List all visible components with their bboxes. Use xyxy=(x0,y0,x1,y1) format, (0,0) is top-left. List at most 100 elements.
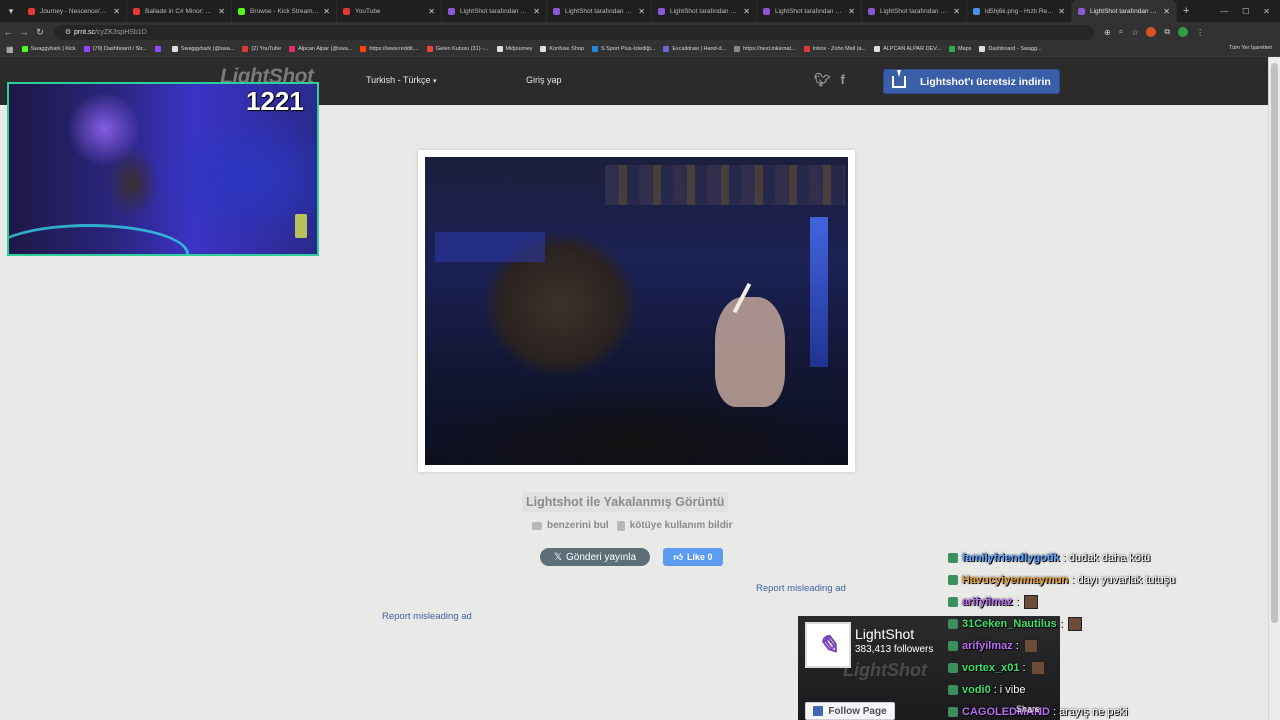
bookmark-item[interactable]: https://next.inkarnat... xyxy=(734,46,796,52)
close-window-icon[interactable]: ✕ xyxy=(1263,7,1270,16)
bookmarks-bar: ▦ Swaggybark | Kick (79) Dashboard / Str.… xyxy=(0,42,1280,57)
twitter-icon[interactable]: 🐦︎ xyxy=(814,72,831,88)
bookmark-item[interactable]: (79) Dashboard / Str... xyxy=(83,46,147,52)
fb-followers-count: 383,413 followers xyxy=(855,644,934,655)
browser-tab[interactable]: LightShot tarafından Ekr... ✕ xyxy=(757,0,862,22)
chat-emote-icon xyxy=(1023,639,1038,653)
bookmark-item[interactable]: Swaggybark | Kick xyxy=(21,46,76,52)
browser-tab[interactable]: ld5hj6k.png - Hızlı Resim ✕ xyxy=(967,0,1072,22)
close-tab-icon[interactable]: ✕ xyxy=(113,7,120,16)
all-bookmarks[interactable]: Tüm Yer İşaretleri xyxy=(1229,45,1272,51)
browser-tab[interactable]: LightShot tarafından Ekr... ✕ xyxy=(1072,0,1177,22)
bookmark-item[interactable]: https://www.reddit.... xyxy=(360,46,419,52)
browser-tab[interactable]: LightShot tarafından Ekr... ✕ xyxy=(652,0,757,22)
screenshot-image[interactable] xyxy=(425,157,848,465)
forward-icon[interactable]: → xyxy=(16,27,32,37)
zoom-icon[interactable]: ⌕ xyxy=(1119,27,1123,37)
close-tab-icon[interactable]: ✕ xyxy=(218,7,225,16)
profile-avatar[interactable] xyxy=(1178,27,1189,37)
bookmark-label: ALPCAN ALPAR DEV... xyxy=(883,46,941,52)
close-tab-icon[interactable]: ✕ xyxy=(638,7,645,16)
install-icon[interactable]: ⊕ xyxy=(1104,28,1111,37)
reload-icon[interactable]: ↻ xyxy=(32,27,48,38)
browser-tab[interactable]: Browse - Kick Streaming ✕ xyxy=(232,0,337,22)
scrollbar-thumb[interactable] xyxy=(1271,63,1278,623)
browser-tab[interactable]: LightShot tarafından Ekr... ✕ xyxy=(442,0,547,22)
bookmark-item[interactable]: Dashboard - Swagg... xyxy=(979,46,1042,52)
window-controls: — ☐ ✕ xyxy=(1220,0,1276,22)
browser-menu-icon[interactable]: ⋮ xyxy=(1196,28,1204,37)
browser-tab[interactable]: YouTube ✕ xyxy=(337,0,442,22)
page-scrollbar[interactable] xyxy=(1268,57,1280,720)
browser-tab[interactable]: Ballade in C# Minor: Co... ✕ xyxy=(127,0,232,22)
bookmark-item[interactable] xyxy=(154,46,164,52)
like-button[interactable]: 👍︎ Like 0 xyxy=(663,548,723,566)
close-tab-icon[interactable]: ✕ xyxy=(848,7,855,16)
close-tab-icon[interactable]: ✕ xyxy=(1058,7,1065,16)
close-tab-icon[interactable]: ✕ xyxy=(533,7,540,16)
tab-search-icon[interactable]: ▾ xyxy=(0,0,22,22)
browser-tab[interactable]: LightShot tarafından Ekr... ✕ xyxy=(862,0,967,22)
bookmark-item[interactable]: S Sport Plus-İstediği... xyxy=(591,46,655,52)
fb-follow-button[interactable]: Follow Page xyxy=(805,702,895,720)
bookmark-item[interactable]: (2) YouTube xyxy=(242,46,281,52)
chat-badge-icon xyxy=(948,553,958,563)
download-button[interactable]: Lightshot'ı ücretsiz indirin xyxy=(883,69,1060,94)
tab-favicon-icon xyxy=(238,7,245,15)
back-icon[interactable]: ← xyxy=(0,27,16,37)
apps-icon[interactable]: ▦ xyxy=(6,45,14,54)
site-info-icon[interactable]: ⚙ xyxy=(62,28,74,36)
bookmark-favicon-icon xyxy=(154,46,161,52)
blue-light xyxy=(810,217,828,367)
bookmark-item[interactable]: Maps xyxy=(948,46,971,52)
fb-page-name[interactable]: LightShot xyxy=(855,626,914,642)
close-tab-icon[interactable]: ✕ xyxy=(743,7,750,16)
camera-icon xyxy=(532,521,542,530)
tab-favicon-icon xyxy=(973,7,980,15)
close-tab-icon[interactable]: ✕ xyxy=(1163,7,1170,16)
facebook-icon[interactable]: f xyxy=(841,72,845,88)
bookmark-label: Excalidraw | Hand-d... xyxy=(672,46,727,52)
login-link[interactable]: Giriş yap xyxy=(526,75,562,85)
report-ad-link[interactable]: Report misleading ad xyxy=(756,583,846,594)
report-ad-link[interactable]: Report misleading ad xyxy=(382,611,472,622)
minimize-icon[interactable]: — xyxy=(1220,7,1228,16)
bookmark-label: Gelen Kutusu (31) -... xyxy=(435,46,489,52)
bookmark-label: Konfuse Shop xyxy=(549,46,584,52)
tab-title: LightShot tarafından Ekr... xyxy=(1090,7,1160,15)
hand xyxy=(715,297,785,407)
bookmark-item[interactable]: Excalidraw | Hand-d... xyxy=(663,46,726,52)
find-similar-link[interactable]: benzerini bul xyxy=(532,520,609,531)
maximize-icon[interactable]: ☐ xyxy=(1242,7,1249,16)
extensions-icon[interactable]: ⧉ xyxy=(1164,27,1170,37)
close-tab-icon[interactable]: ✕ xyxy=(953,7,960,16)
close-tab-icon[interactable]: ✕ xyxy=(323,7,330,16)
bookmark-label: https://next.inkarnat... xyxy=(743,46,796,52)
bookmark-star-icon[interactable]: ☆ xyxy=(1131,28,1138,37)
image-caption: Lightshot ile Yakalanmış Görüntü xyxy=(522,492,729,512)
browser-tab[interactable]: LightShot tarafından Ekr... ✕ xyxy=(547,0,652,22)
close-tab-icon[interactable]: ✕ xyxy=(428,7,435,16)
fb-page-avatar[interactable]: ✎ xyxy=(805,622,851,668)
tweet-button[interactable]: 𝕏 Gönderi yayınla xyxy=(540,548,650,566)
bookmark-favicon-icon xyxy=(540,46,547,52)
bookmark-item[interactable]: Alpcan Alpar (@swa... xyxy=(289,46,352,52)
url-field[interactable]: ⚙ prnt.sc /cyZK3spHSb1D xyxy=(54,24,1094,40)
bookmark-item[interactable]: Swaggybark (@swa... xyxy=(171,46,234,52)
chat-username: Havucyiyenmaymun xyxy=(962,574,1069,586)
browser-tab[interactable]: Journey - Nescence/Apo... ✕ xyxy=(22,0,127,22)
bookmark-item[interactable]: ALPCAN ALPAR DEV... xyxy=(874,46,941,52)
bookmark-item[interactable]: Inbox - Zoho Mail (a... xyxy=(803,46,866,52)
chat-badge-icon xyxy=(948,707,958,717)
report-abuse-link[interactable]: kötüye kullanım bildir xyxy=(616,520,732,531)
tab-title: Browse - Kick Streaming xyxy=(250,7,320,15)
bookmark-item[interactable]: Gelen Kutusu (31) -... xyxy=(426,46,489,52)
bookmark-item[interactable]: Midjourney xyxy=(496,46,532,52)
chat-username: arifyilmaz xyxy=(962,640,1013,652)
bookmark-item[interactable]: Konfuse Shop xyxy=(540,46,584,52)
bookmark-favicon-icon xyxy=(426,46,433,52)
extension-icon[interactable] xyxy=(1146,27,1157,37)
new-tab-icon[interactable]: + xyxy=(1177,5,1195,17)
language-selector[interactable]: Turkish - Türkçe ▾ xyxy=(366,75,437,85)
fb-share-link[interactable]: Share xyxy=(1016,704,1040,714)
